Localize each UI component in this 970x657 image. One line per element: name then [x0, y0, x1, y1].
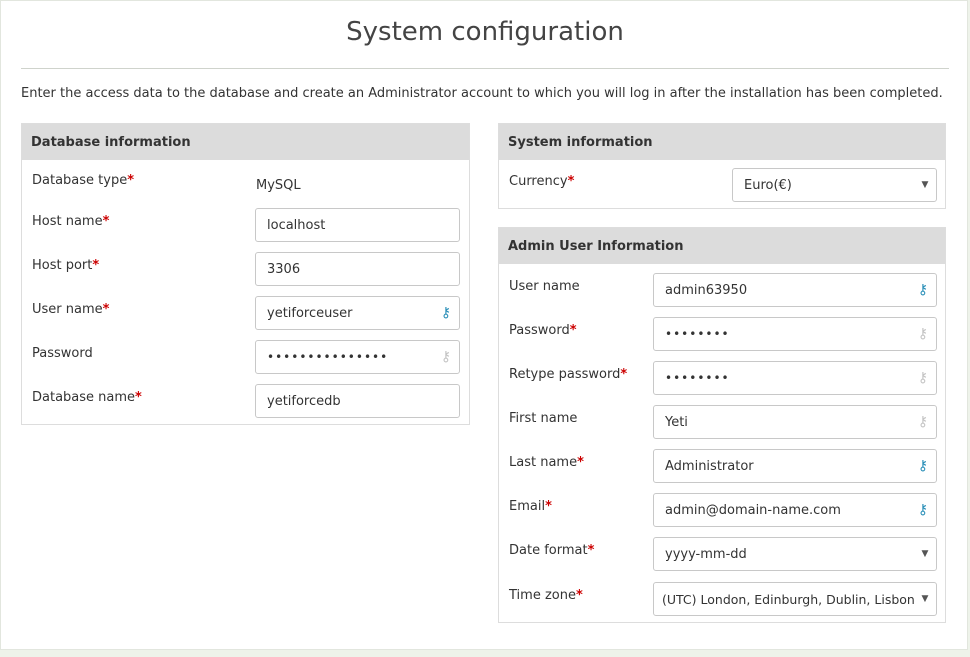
title-divider: [21, 68, 949, 69]
db-password-value: •••••••••••••••: [267, 350, 389, 364]
date-format-row: Date format* yyyy-mm-dd ▼: [499, 537, 945, 571]
page-title: System configuration: [346, 17, 624, 47]
db-name-input[interactable]: yetiforcedb: [255, 384, 460, 418]
host-port-label: Host port: [32, 258, 93, 273]
required-mark: *: [577, 455, 584, 470]
admin-panel-heading: Admin User Information: [499, 228, 945, 264]
required-mark: *: [620, 367, 628, 382]
currency-label: Currency: [509, 174, 568, 189]
db-password-label: Password: [32, 346, 93, 361]
currency-value: Euro(€): [744, 177, 792, 193]
email-label: Email: [509, 499, 546, 514]
key-icon[interactable]: ⚷: [433, 349, 459, 365]
caret-down-icon: ▼: [921, 594, 929, 604]
date-format-label: Date format: [509, 543, 588, 558]
time-zone-value: (UTC) London, Edinburgh, Dublin, Lisbon: [662, 591, 914, 607]
db-name-row: Database name* yetiforcedb: [22, 384, 469, 418]
host-port-row: Host port* 3306: [22, 252, 469, 286]
key-icon[interactable]: ⚷: [910, 282, 936, 298]
host-name-label: Host name: [32, 214, 103, 229]
caret-down-icon: ▼: [921, 180, 929, 190]
host-port-input[interactable]: 3306: [255, 252, 460, 286]
admin-panel: Admin User Information User name admin63…: [498, 227, 946, 623]
db-type-label: Database type: [32, 173, 128, 188]
first-name-row: First name Yeti ⚷: [499, 405, 945, 439]
admin-username-input[interactable]: admin63950 ⚷: [653, 273, 937, 307]
first-name-label: First name: [509, 411, 578, 426]
admin-username-row: User name admin63950 ⚷: [499, 273, 945, 307]
date-format-select[interactable]: yyyy-mm-dd ▼: [653, 537, 937, 571]
time-zone-select[interactable]: (UTC) London, Edinburgh, Dublin, Lisbon …: [653, 582, 937, 616]
caret-down-icon: ▼: [921, 549, 929, 559]
first-name-value: Yeti: [665, 414, 688, 430]
email-value: admin@domain-name.com: [665, 502, 841, 518]
required-mark: *: [102, 214, 110, 229]
email-row: Email* admin@domain-name.com ⚷: [499, 493, 945, 527]
currency-row: Currency* Euro(€) ▼: [499, 168, 945, 202]
db-password-input[interactable]: ••••••••••••••• ⚷: [255, 340, 460, 374]
key-icon[interactable]: ⚷: [910, 370, 936, 386]
last-name-row: Last name* Administrator ⚷: [499, 449, 945, 483]
required-mark: *: [567, 174, 575, 189]
host-name-input[interactable]: localhost: [255, 208, 460, 242]
key-icon[interactable]: ⚷: [433, 305, 459, 321]
key-icon[interactable]: ⚷: [910, 414, 936, 430]
key-icon[interactable]: ⚷: [910, 326, 936, 342]
db-user-value: yetiforceuser: [267, 305, 353, 321]
key-icon[interactable]: ⚷: [910, 502, 936, 518]
admin-password-input[interactable]: •••••••• ⚷: [653, 317, 937, 351]
db-user-label: User name: [32, 302, 103, 317]
last-name-label: Last name: [509, 455, 578, 470]
required-mark: *: [102, 302, 110, 317]
key-icon[interactable]: ⚷: [910, 458, 936, 474]
required-mark: *: [575, 588, 583, 603]
retype-password-row: Retype password* •••••••• ⚷: [499, 361, 945, 395]
admin-username-label: User name: [509, 279, 580, 294]
system-panel-heading: System information: [499, 124, 945, 160]
retype-password-input[interactable]: •••••••• ⚷: [653, 361, 937, 395]
required-mark: *: [92, 258, 100, 273]
db-type-value: MySQL: [256, 178, 301, 193]
admin-password-row: Password* •••••••• ⚷: [499, 317, 945, 351]
db-name-value: yetiforcedb: [267, 393, 341, 409]
db-user-row: User name* yetiforceuser ⚷: [22, 296, 469, 330]
time-zone-row: Time zone* (UTC) London, Edinburgh, Dubl…: [499, 582, 945, 616]
system-panel: System information Currency* Euro(€) ▼: [498, 123, 946, 209]
admin-password-value: ••••••••: [665, 327, 730, 341]
currency-select[interactable]: Euro(€) ▼: [732, 168, 937, 202]
admin-username-value: admin63950: [665, 282, 748, 298]
email-input[interactable]: admin@domain-name.com ⚷: [653, 493, 937, 527]
admin-password-label: Password: [509, 323, 570, 338]
db-type-row: Database type* MySQL: [22, 171, 469, 205]
database-panel-heading: Database information: [22, 124, 469, 160]
db-password-row: Password ••••••••••••••• ⚷: [22, 340, 469, 374]
date-format-value: yyyy-mm-dd: [665, 546, 747, 562]
retype-password-value: ••••••••: [665, 371, 730, 385]
first-name-input[interactable]: Yeti ⚷: [653, 405, 937, 439]
required-mark: *: [127, 173, 135, 188]
required-mark: *: [587, 543, 595, 558]
host-name-value: localhost: [267, 217, 326, 233]
required-mark: *: [569, 323, 577, 338]
database-panel: Database information Database type* MySQ…: [21, 123, 470, 425]
db-user-input[interactable]: yetiforceuser ⚷: [255, 296, 460, 330]
time-zone-label: Time zone: [509, 588, 576, 603]
retype-password-label: Retype password: [509, 367, 621, 382]
intro-text: Enter the access data to the database an…: [21, 86, 943, 101]
page: System configuration Enter the access da…: [0, 0, 968, 650]
db-name-label: Database name: [32, 390, 136, 405]
required-mark: *: [545, 499, 552, 514]
last-name-value: Administrator: [665, 458, 754, 474]
required-mark: *: [135, 390, 142, 405]
last-name-input[interactable]: Administrator ⚷: [653, 449, 937, 483]
host-name-row: Host name* localhost: [22, 208, 469, 242]
host-port-value: 3306: [267, 261, 301, 277]
